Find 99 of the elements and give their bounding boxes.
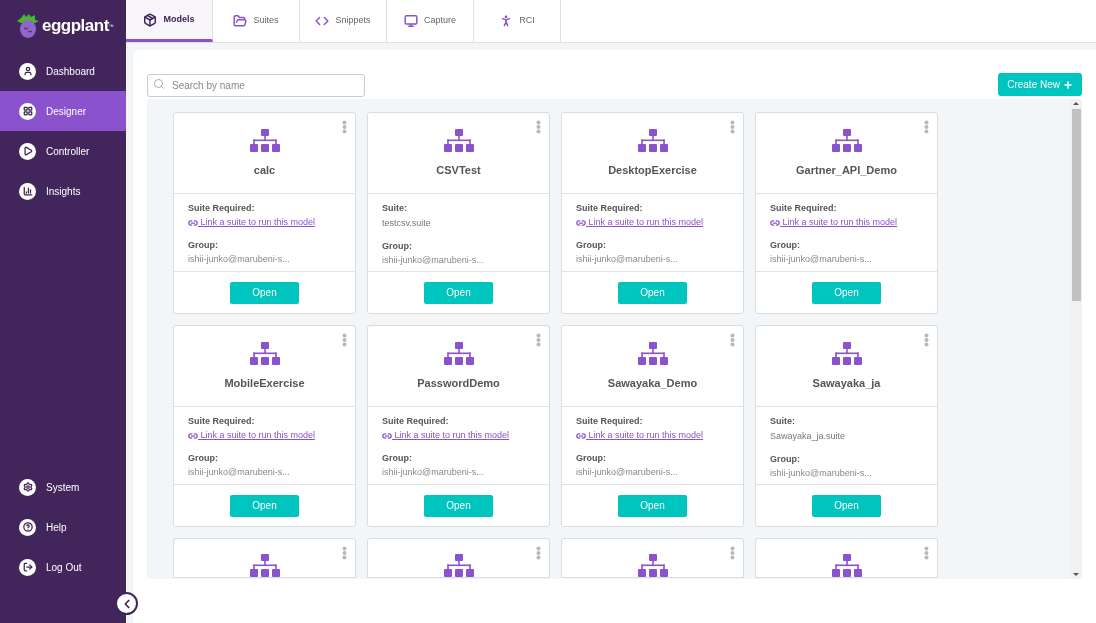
- link-suite-link[interactable]: Link a suite to run this model: [576, 430, 704, 441]
- nav-item[interactable]: Controller: [0, 131, 126, 171]
- group-label: Group:: [382, 241, 412, 252]
- nav-item[interactable]: Designer: [0, 91, 126, 131]
- tab[interactable]: Suites: [213, 0, 300, 42]
- link-icon: [576, 217, 586, 228]
- settings-icon: [19, 478, 36, 496]
- plus-icon: [1063, 79, 1073, 90]
- group-label: Group:: [576, 453, 606, 464]
- more-icon[interactable]: [536, 120, 541, 134]
- link-icon: [188, 430, 198, 441]
- hierarchy-icon: [249, 554, 280, 577]
- more-icon[interactable]: [536, 546, 541, 560]
- group-label: Group:: [382, 453, 412, 464]
- tab[interactable]: RCI: [474, 0, 561, 42]
- link-icon: [188, 217, 198, 228]
- more-icon[interactable]: [924, 546, 929, 560]
- model-name: calc: [253, 163, 276, 178]
- more-icon[interactable]: [342, 120, 347, 134]
- link-suite-link[interactable]: Link a suite to run this model: [188, 217, 316, 228]
- eggplant-logo-icon: [17, 13, 39, 38]
- group-label: Group:: [770, 240, 800, 251]
- group-label: Group:: [188, 240, 218, 251]
- tab[interactable]: Models: [126, 0, 213, 42]
- door-icon: [19, 558, 36, 576]
- play-icon: [19, 142, 36, 160]
- more-icon[interactable]: [730, 333, 735, 347]
- hierarchy-icon: [637, 554, 668, 577]
- nav-item[interactable]: Help: [0, 507, 126, 547]
- hierarchy-icon: [831, 129, 862, 153]
- link-suite-link[interactable]: Link a suite to run this model: [576, 217, 704, 228]
- link-icon: [382, 430, 392, 441]
- person-icon: [19, 62, 36, 80]
- nav-item[interactable]: System: [0, 467, 126, 507]
- tab[interactable]: Snippets: [300, 0, 387, 42]
- hierarchy-icon: [637, 342, 668, 366]
- more-icon[interactable]: [536, 333, 541, 347]
- suite-label: Suite Required:: [188, 416, 255, 427]
- tab[interactable]: Capture: [387, 0, 474, 42]
- group-value: ishii-junko@marubeni-s...: [188, 254, 290, 265]
- model-name: DesktopExercise: [608, 163, 697, 178]
- model-name: Sawayaka_ja: [812, 376, 881, 391]
- hierarchy-icon: [443, 554, 474, 577]
- hierarchy-icon: [637, 129, 668, 153]
- suite-label: Suite Required:: [770, 203, 837, 214]
- link-icon: [576, 430, 586, 441]
- nav-item[interactable]: Log Out: [0, 547, 126, 587]
- model-name: Sawayaka_Demo: [607, 376, 698, 391]
- group-value: ishii-junko@marubeni-s...: [382, 255, 484, 266]
- code-icon: [315, 14, 330, 28]
- hierarchy-icon: [443, 342, 474, 366]
- scrollbar[interactable]: [1070, 99, 1082, 579]
- link-suite-link[interactable]: Link a suite to run this model: [382, 430, 510, 441]
- hierarchy-icon: [443, 129, 474, 153]
- box-icon: [143, 12, 158, 27]
- link-suite-link[interactable]: Link a suite to run this model: [770, 217, 898, 228]
- more-icon[interactable]: [730, 546, 735, 560]
- suite-label: Suite Required:: [576, 416, 643, 427]
- group-value: ishii-junko@marubeni-s...: [188, 467, 290, 478]
- model-name: PasswordDemo: [417, 376, 500, 391]
- group-label: Group:: [576, 240, 606, 251]
- group-label: Group:: [770, 454, 800, 465]
- link-suite-link[interactable]: Link a suite to run this model: [188, 430, 316, 441]
- logo-text: eggplant$^{™}$: [42, 14, 114, 37]
- link-icon: [770, 217, 780, 228]
- model-name: Gartner_API_Demo: [796, 163, 897, 178]
- nav-item[interactable]: Insights: [0, 171, 126, 211]
- hierarchy-icon: [249, 342, 280, 366]
- monitor-icon: [404, 14, 418, 28]
- group-value: ishii-junko@marubeni-s...: [770, 254, 872, 265]
- nav-item[interactable]: Dashboard: [0, 51, 126, 91]
- more-icon[interactable]: [342, 546, 347, 560]
- folder-icon: [233, 14, 248, 28]
- more-icon[interactable]: [730, 120, 735, 134]
- more-icon[interactable]: [342, 333, 347, 347]
- grid-icon: [19, 102, 36, 120]
- suite-label: Suite Required:: [382, 416, 449, 427]
- bar-chart-icon: [19, 182, 36, 200]
- group-label: Group:: [188, 453, 218, 464]
- suite-label: Suite:: [382, 203, 407, 214]
- help-icon: [19, 518, 36, 536]
- suite-label: Suite:: [770, 416, 795, 427]
- group-value: ishii-junko@marubeni-s...: [576, 254, 678, 265]
- hierarchy-icon: [249, 129, 280, 153]
- more-icon[interactable]: [924, 333, 929, 347]
- hierarchy-icon: [831, 342, 862, 366]
- hierarchy-icon: [831, 554, 862, 577]
- suite-label: Suite Required:: [576, 203, 643, 214]
- model-name: CSVTest: [436, 163, 481, 178]
- search-field[interactable]: Search by name: [147, 74, 365, 97]
- group-value: ishii-junko@marubeni-s...: [770, 468, 872, 479]
- group-value: ishii-junko@marubeni-s...: [382, 467, 484, 478]
- suite-label: Suite Required:: [188, 203, 255, 214]
- model-name: MobileExercise: [224, 376, 305, 391]
- group-value: ishii-junko@marubeni-s...: [576, 467, 678, 478]
- suite-value: testcsv.suite: [382, 218, 431, 229]
- search-icon: [153, 78, 165, 90]
- suite-value: Sawayaka_ja.suite: [770, 431, 846, 442]
- more-icon[interactable]: [924, 120, 929, 134]
